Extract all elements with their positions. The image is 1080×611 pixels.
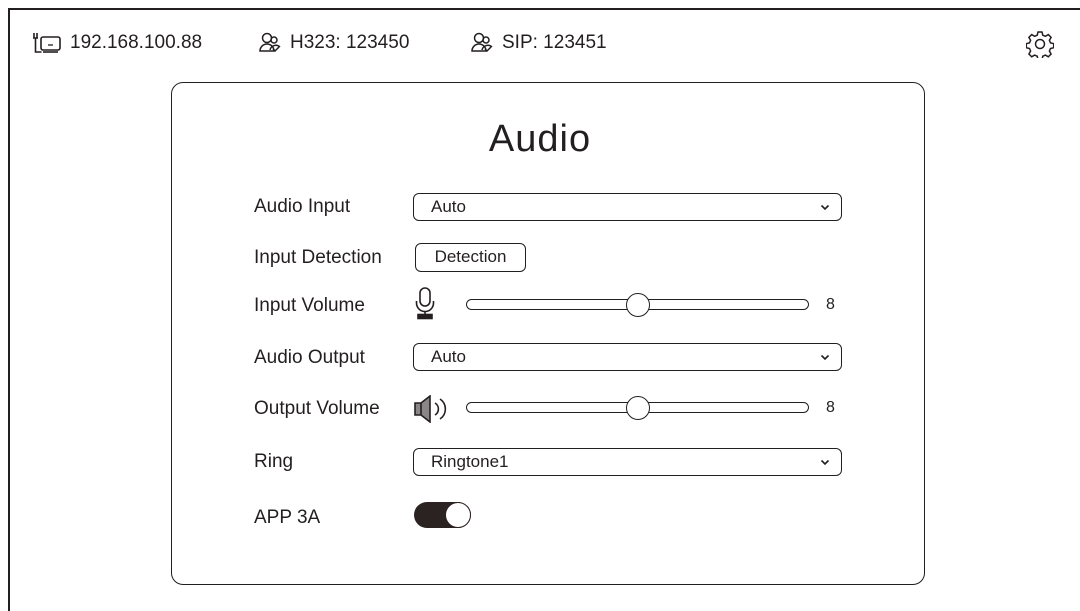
- audio-output-value: Auto: [431, 347, 466, 366]
- audio-output-label: Audio Output: [254, 347, 365, 368]
- input-detection-label: Input Detection: [254, 247, 382, 268]
- ring-value: Ringtone1: [431, 452, 509, 471]
- network-status: 192.168.100.88: [32, 30, 202, 56]
- ip-address: 192.168.100.88: [70, 32, 203, 53]
- audio-input-select[interactable]: Auto: [413, 193, 842, 221]
- app3a-toggle[interactable]: [414, 502, 471, 528]
- output-volume-slider[interactable]: [466, 396, 809, 420]
- page-title: Audio: [488, 118, 592, 160]
- app3a-label: APP 3A: [254, 507, 321, 528]
- input-volume-slider[interactable]: [466, 293, 809, 317]
- app3a-toggle-knob: [445, 502, 471, 528]
- output-volume-thumb[interactable]: [625, 396, 650, 420]
- chevron-down-icon: [819, 200, 831, 212]
- chevron-down-icon: [819, 350, 831, 362]
- network-icon: [32, 31, 62, 55]
- gear-icon[interactable]: [1025, 30, 1055, 61]
- output-volume-label: Output Volume: [254, 398, 380, 419]
- output-volume-value: 8: [826, 399, 835, 416]
- sip-contact-icon: [470, 31, 494, 55]
- audio-input-label: Audio Input: [254, 196, 351, 217]
- microphone-icon: [414, 287, 436, 326]
- chevron-down-icon: [819, 455, 831, 467]
- ring-label: Ring: [254, 451, 294, 472]
- h323-status: H323: 123450: [258, 30, 409, 56]
- input-volume-thumb[interactable]: [625, 293, 650, 317]
- input-volume-value: 8: [826, 296, 835, 313]
- h323-number: H323: 123450: [290, 32, 410, 53]
- input-volume-label: Input Volume: [254, 295, 365, 316]
- detection-button[interactable]: Detection: [415, 243, 526, 272]
- sip-number: SIP: 123451: [502, 32, 607, 53]
- h323-contact-icon: [258, 31, 282, 55]
- audio-output-select[interactable]: Auto: [413, 343, 842, 371]
- speaker-icon: [414, 394, 452, 428]
- sip-status: SIP: 123451: [470, 30, 607, 56]
- ring-select[interactable]: Ringtone1: [413, 448, 842, 476]
- audio-input-value: Auto: [431, 197, 466, 216]
